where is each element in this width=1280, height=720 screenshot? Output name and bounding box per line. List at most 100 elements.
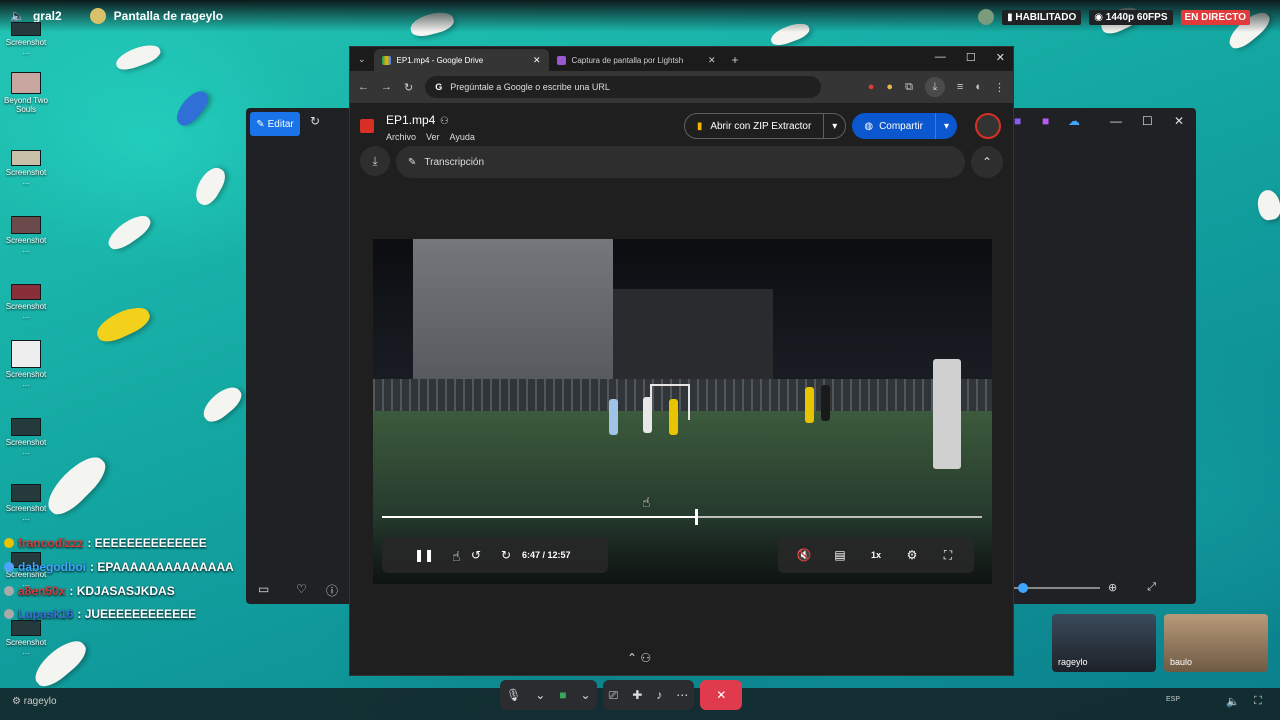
soundboard-icon[interactable]: ♪ (656, 688, 662, 702)
call-controls: 🎙 ⌄ ■ ⌄ ⎚ ✚ ♪ ⋯ ✕ (500, 680, 743, 710)
new-tab-icon[interactable]: + (732, 53, 739, 67)
playback-speed-button[interactable]: 1x (858, 537, 894, 573)
menu-archivo[interactable]: Archivo (386, 132, 416, 142)
desktop-icon[interactable]: Screenshot ... (2, 484, 50, 522)
file-name: EP1.mp4 (386, 112, 436, 127)
profile-icon[interactable]: ◐ (975, 81, 982, 93)
forward-10-icon[interactable]: ↻ (494, 537, 518, 573)
minimize-icon[interactable]: — (935, 51, 946, 64)
maximize-icon[interactable]: ☐ (966, 51, 976, 64)
share-button[interactable]: ◍ Compartir ▾ (852, 113, 957, 139)
kebab-menu-icon[interactable]: ⋮ (994, 81, 1005, 94)
desktop-icon[interactable]: Screenshot ... (2, 216, 50, 254)
chevron-down-icon[interactable]: ⌄ (535, 688, 545, 702)
volume-icon[interactable]: 🔈 (1226, 695, 1240, 708)
pause-icon[interactable]: ❚❚ (406, 537, 442, 573)
seek-bar[interactable] (382, 509, 982, 525)
chevron-down-icon[interactable]: ⌄ (581, 688, 591, 702)
transcript-bar[interactable]: ✎ Transcripción (396, 146, 965, 178)
media-icon[interactable]: ≡ (957, 81, 963, 93)
close-tab-icon[interactable]: ✕ (708, 55, 716, 66)
puzzle-icon[interactable]: ⧉ (905, 81, 913, 94)
playback-controls: ❚❚ ↺ ↻ 6:47 / 12:57 (382, 537, 608, 573)
chevron-down-icon[interactable]: ▾ (936, 121, 957, 132)
zip-icon: ▮ (696, 120, 703, 132)
camera-icon[interactable]: ■ (559, 688, 566, 702)
activity-group: ⎚ ✚ ♪ ⋯ (602, 680, 695, 710)
cloud-icon[interactable]: ☁ (1068, 114, 1080, 128)
captions-icon[interactable]: ▤ (822, 537, 858, 573)
mic-camera-group: 🎙 ⌄ ■ ⌄ (500, 680, 597, 710)
channel-name: gral2 (32, 9, 62, 23)
expand-icon[interactable]: ⤢ (1147, 581, 1156, 594)
collapse-button[interactable]: ⌃ (971, 146, 1003, 178)
rewind-10-icon[interactable]: ↺ (458, 537, 494, 573)
menu-ver[interactable]: Ver (426, 132, 440, 142)
heart-icon[interactable]: ♡ (296, 582, 307, 596)
close-tab-icon[interactable]: ✕ (533, 55, 541, 66)
microphone-icon[interactable]: 🎙 (506, 688, 521, 702)
desktop-icon[interactable]: Beyond Two Souls (2, 72, 50, 114)
zoom-slider[interactable] (1009, 582, 1100, 593)
chevron-down-icon[interactable]: ▾ (824, 121, 845, 132)
tab-search-icon[interactable]: ⌄ (358, 54, 366, 65)
seek-handle[interactable] (695, 509, 699, 525)
fullscreen-icon[interactable]: ⛶ (930, 537, 966, 573)
taskbar-user: ⚙ rageylo (12, 696, 57, 707)
account-avatar[interactable] (975, 113, 1001, 139)
more-icon[interactable]: ⋯ (676, 688, 688, 702)
app-icon[interactable]: ■ (1042, 114, 1049, 128)
desktop-icon[interactable]: Screenshot ... (2, 284, 50, 320)
chat-message: francodizzz: EEEEEEEEEEEEEE (4, 536, 207, 550)
maximize-icon[interactable]: ☐ (1142, 114, 1153, 128)
forward-icon[interactable]: → (381, 81, 392, 93)
zoom-control[interactable]: ⊖ ⊕ ⤢ (993, 581, 1156, 594)
app-icon[interactable]: ■ (1014, 114, 1021, 128)
desktop-icon[interactable]: Screenshot ... (2, 22, 50, 56)
rotate-icon[interactable]: ↻ (310, 114, 320, 128)
mouse-cursor: ☝ (452, 548, 461, 564)
open-with-zip-button[interactable]: ▮ Abrir con ZIP Extractor ▾ (683, 113, 847, 139)
time-display: 6:47 / 12:57 (522, 550, 571, 560)
video-frame (413, 239, 613, 389)
pencil-icon: ✎ (256, 118, 265, 130)
reload-icon[interactable]: ↻ (404, 81, 413, 94)
info-icon[interactable]: ⓘ (326, 582, 338, 599)
minimize-icon[interactable]: — (1110, 114, 1122, 128)
close-icon[interactable]: ✕ (996, 51, 1005, 64)
desktop-icon[interactable]: Screenshot ... (2, 620, 50, 656)
browser-window[interactable]: ⌄ EP1.mp4 - Google Drive ✕ Captura de pa… (349, 46, 1014, 676)
zoom-in-icon[interactable]: ⊕ (1108, 581, 1117, 594)
language-indicator[interactable]: ESP (1166, 696, 1180, 703)
address-bar[interactable]: G Pregúntale a Google o escribe una URL (425, 76, 822, 98)
chat-message: a8en50x: KDJASASJKDAS (4, 584, 175, 598)
tab-drive[interactable]: EP1.mp4 - Google Drive ✕ (373, 49, 549, 71)
settings-icon[interactable]: ⚙ (894, 537, 930, 573)
address-placeholder[interactable]: Pregúntale a Google o escribe una URL (450, 82, 610, 92)
menu-ayuda[interactable]: Ayuda (450, 132, 475, 142)
status-badge: ▮ HABILITADO (1002, 9, 1082, 25)
video-player[interactable]: ❚❚ ↺ ↻ 6:47 / 12:57 🔇 ▤ 1x ⚙ ⛶ (373, 239, 992, 584)
webcam-tile[interactable]: rageylo (1052, 614, 1156, 672)
tab-strip: ⌄ EP1.mp4 - Google Drive ✕ Captura de pa… (350, 47, 1013, 71)
desktop-icon[interactable]: Screenshot ... (2, 150, 50, 186)
desktop-icon[interactable]: Screenshot ... (2, 418, 50, 456)
edit-button[interactable]: ✎ Editar (250, 112, 300, 136)
chevron-up-icon[interactable]: ⌃ ⚇ (627, 651, 651, 665)
panel-icon[interactable]: ▭ (258, 582, 269, 596)
extension-icon[interactable]: ● (868, 81, 875, 93)
screen-share-icon[interactable]: ⎚ (609, 688, 619, 703)
activities-icon[interactable]: ✚ (632, 688, 642, 702)
desktop-icon[interactable]: Screenshot ... (2, 340, 50, 388)
downloads-icon[interactable]: ⤓ (924, 77, 945, 97)
extension-icon[interactable]: ● (886, 81, 893, 93)
back-icon[interactable]: ← (358, 81, 369, 93)
mute-icon[interactable]: 🔇 (786, 537, 822, 573)
hangup-icon: ✕ (716, 688, 727, 702)
download-button[interactable]: ⤓ (360, 146, 390, 176)
disconnect-button[interactable]: ✕ (700, 680, 743, 710)
close-icon[interactable]: ✕ (1174, 114, 1184, 128)
fullscreen-icon[interactable]: ⛶ (1254, 695, 1262, 708)
webcam-tile[interactable]: baulo (1164, 614, 1268, 672)
tab-lightshot[interactable]: Captura de pantalla por Lightsh ✕ (549, 49, 724, 71)
